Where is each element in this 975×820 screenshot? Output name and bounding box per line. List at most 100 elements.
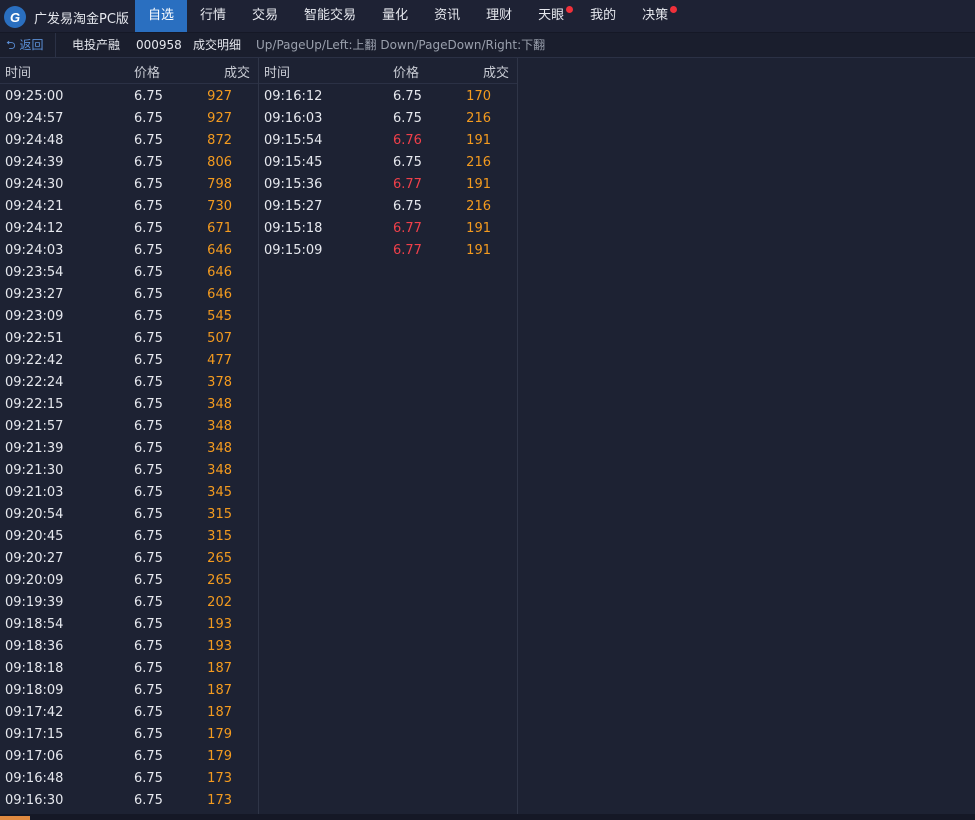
trade-row[interactable]: 09:20:45 6.75 315 — [0, 526, 258, 548]
trade-row[interactable]: 09:21:03 6.75 345 — [0, 482, 258, 504]
trade-row[interactable]: 09:18:18 6.75 187 — [0, 658, 258, 680]
trade-volume: 265 — [207, 573, 232, 588]
trade-row[interactable]: 09:24:03 6.75 646 — [0, 240, 258, 262]
nav-tab[interactable]: 自选 — [135, 0, 188, 32]
trade-volume: 477 — [207, 353, 232, 368]
trade-row[interactable]: 09:19:39 6.75 202 — [0, 592, 258, 614]
trade-row[interactable]: 09:24:39 6.75 806 — [0, 152, 258, 174]
trade-price: 6.77 — [393, 243, 422, 258]
trade-row[interactable]: 09:25:00 6.75 927 — [0, 86, 258, 108]
back-label: 返回 — [19, 38, 44, 52]
trade-row[interactable]: 09:20:54 6.75 315 — [0, 504, 258, 526]
nav-tab[interactable]: 决策 — [629, 0, 681, 32]
trade-volume: 348 — [207, 397, 232, 412]
nav-tab[interactable]: 行情 — [187, 0, 239, 32]
trade-time: 09:17:15 — [5, 727, 64, 742]
trade-volume: 173 — [207, 793, 232, 808]
trade-price: 6.75 — [134, 441, 163, 456]
notification-dot-icon — [566, 6, 574, 13]
trade-price: 6.75 — [134, 485, 163, 500]
nav-tab[interactable]: 智能交易 — [291, 0, 369, 32]
trade-row[interactable]: 09:17:06 6.75 179 — [0, 746, 258, 768]
nav-tab-label: 天眼 — [538, 8, 565, 23]
trade-price: 6.75 — [134, 661, 163, 676]
trade-row[interactable]: 09:22:24 6.75 378 — [0, 372, 258, 394]
trade-price: 6.75 — [134, 419, 163, 434]
trade-row[interactable]: 09:17:15 6.75 179 — [0, 724, 258, 746]
trade-time: 09:15:54 — [264, 133, 323, 148]
trade-volume: 170 — [466, 89, 491, 104]
nav-tab[interactable]: 交易 — [239, 0, 291, 32]
trade-row[interactable]: 09:17:42 6.75 187 — [0, 702, 258, 724]
trade-volume: 545 — [207, 309, 232, 324]
trade-price: 6.75 — [134, 771, 163, 786]
trade-column-1[interactable]: 时间 价格 成交 09:25:00 6.75 927 09:24:57 6.75 927 0… — [0, 58, 259, 814]
trade-row[interactable]: 09:24:48 6.75 872 — [0, 130, 258, 152]
trade-row[interactable]: 09:16:12 6.75 170 — [259, 86, 517, 108]
trade-row[interactable]: 09:20:27 6.75 265 — [0, 548, 258, 570]
nav-tab-label: 行情 — [200, 8, 227, 23]
trade-price: 6.75 — [134, 705, 163, 720]
trade-price: 6.76 — [393, 133, 422, 148]
trade-row[interactable]: 09:22:15 6.75 348 — [0, 394, 258, 416]
trade-volume: 216 — [466, 199, 491, 214]
trade-time: 09:17:42 — [5, 705, 64, 720]
trade-time: 09:22:51 — [5, 331, 64, 346]
trade-row[interactable]: 09:21:30 6.75 348 — [0, 460, 258, 482]
nav-tab-label: 自选 — [148, 8, 175, 23]
trade-volume: 193 — [207, 617, 232, 632]
trade-time: 09:24:57 — [5, 111, 64, 126]
trade-row[interactable]: 09:24:21 6.75 730 — [0, 196, 258, 218]
nav-tab[interactable]: 资讯 — [421, 0, 473, 32]
trade-price: 6.75 — [134, 617, 163, 632]
trade-row[interactable]: 09:24:12 6.75 671 — [0, 218, 258, 240]
trade-volume: 187 — [207, 683, 232, 698]
trade-column-2[interactable]: 时间 价格 成交 09:16:12 6.75 170 09:16:03 6.75 216 0… — [259, 58, 518, 814]
trade-row[interactable]: 09:15:27 6.75 216 — [259, 196, 517, 218]
trade-price: 6.75 — [134, 463, 163, 478]
trade-price: 6.75 — [134, 375, 163, 390]
trade-row[interactable]: 09:16:30 6.75 173 — [0, 790, 258, 812]
trade-list: 09:25:00 6.75 927 09:24:57 6.75 927 09:24:48 6.… — [0, 84, 258, 812]
nav-tab-label: 理财 — [486, 8, 513, 23]
trade-volume: 345 — [207, 485, 232, 500]
trade-row[interactable]: 09:24:30 6.75 798 — [0, 174, 258, 196]
trade-row[interactable]: 09:23:27 6.75 646 — [0, 284, 258, 306]
trade-row[interactable]: 09:20:09 6.75 265 — [0, 570, 258, 592]
trade-row[interactable]: 09:16:48 6.75 173 — [0, 768, 258, 790]
nav-tab[interactable]: 我的 — [577, 0, 629, 32]
trade-row[interactable]: 09:21:39 6.75 348 — [0, 438, 258, 460]
trade-row[interactable]: 09:15:54 6.76 191 — [259, 130, 517, 152]
nav-tab[interactable]: 理财 — [473, 0, 525, 32]
trade-time: 09:24:30 — [5, 177, 64, 192]
trade-row[interactable]: 09:15:18 6.77 191 — [259, 218, 517, 240]
trade-volume: 191 — [466, 177, 491, 192]
sub-header: ⮌ 返回 电投产融 000958 成交明细 Up/PageUp/Left:上翻 … — [0, 33, 975, 58]
trade-row[interactable]: 09:23:54 6.75 646 — [0, 262, 258, 284]
trade-row[interactable]: 09:22:42 6.75 477 — [0, 350, 258, 372]
trade-volume: 173 — [207, 771, 232, 786]
trade-volume: 265 — [207, 551, 232, 566]
trade-row[interactable]: 09:21:57 6.75 348 — [0, 416, 258, 438]
trade-row[interactable]: 09:16:03 6.75 216 — [259, 108, 517, 130]
trade-row[interactable]: 09:15:45 6.75 216 — [259, 152, 517, 174]
trade-time: 09:24:48 — [5, 133, 64, 148]
back-button[interactable]: ⮌ 返回 — [0, 33, 56, 57]
trade-time: 09:23:27 — [5, 287, 64, 302]
trade-row[interactable]: 09:18:54 6.75 193 — [0, 614, 258, 636]
trade-row[interactable]: 09:15:09 6.77 191 — [259, 240, 517, 262]
trade-price: 6.75 — [134, 529, 163, 544]
column-header: 时间 价格 成交 — [0, 58, 258, 84]
trade-time: 09:18:09 — [5, 683, 64, 698]
trade-price: 6.75 — [134, 595, 163, 610]
trade-row[interactable]: 09:15:36 6.77 191 — [259, 174, 517, 196]
nav-tab[interactable]: 天眼 — [525, 0, 577, 32]
trade-volume: 646 — [207, 287, 232, 302]
trade-row[interactable]: 09:24:57 6.75 927 — [0, 108, 258, 130]
trade-row[interactable]: 09:18:36 6.75 193 — [0, 636, 258, 658]
trade-row[interactable]: 09:23:09 6.75 545 — [0, 306, 258, 328]
trade-row[interactable]: 09:22:51 6.75 507 — [0, 328, 258, 350]
trade-volume: 671 — [207, 221, 232, 236]
trade-row[interactable]: 09:18:09 6.75 187 — [0, 680, 258, 702]
nav-tab[interactable]: 量化 — [369, 0, 421, 32]
